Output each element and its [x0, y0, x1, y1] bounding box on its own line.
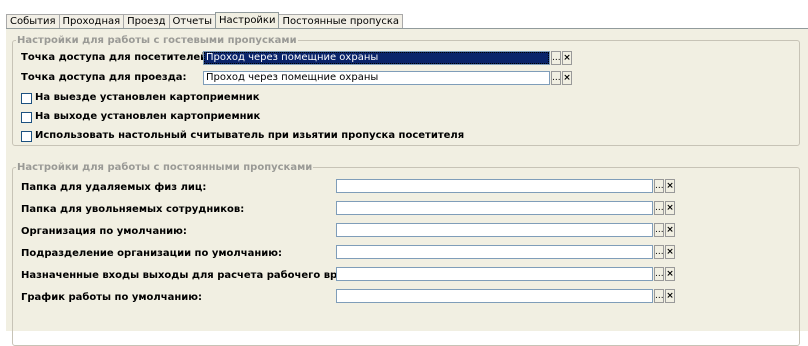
desktop-reader-checkbox[interactable] — [21, 131, 32, 142]
default-organization-field[interactable] — [336, 223, 653, 237]
work-time-entrances-clear-button[interactable]: × — [665, 267, 675, 281]
tab-vehicle-pass[interactable]: Проезд — [123, 14, 170, 28]
deleted-persons-folder-clear-button[interactable]: × — [665, 179, 675, 193]
exit-card-reader-checkbox[interactable] — [21, 93, 32, 104]
tab-settings[interactable]: Настройки — [215, 12, 280, 28]
default-department-label: Подразделение организации по умолчанию: — [21, 248, 282, 259]
default-schedule-label: График работы по умолчанию: — [21, 292, 202, 303]
visitors-access-point-label: Точка доступа для посетителей: — [21, 52, 212, 63]
egress-card-reader-checkbox[interactable] — [21, 112, 32, 123]
desktop-reader-label: Использовать настольный считыватель при … — [35, 130, 465, 141]
tab-reports[interactable]: Отчеты — [168, 14, 216, 28]
tab-checkpoint[interactable]: Проходная — [58, 14, 125, 28]
default-department-clear-button[interactable]: × — [665, 245, 675, 259]
default-organization-select-button[interactable]: ... — [654, 223, 664, 237]
tab-strip: События Проходная Проезд Отчеты Настройк… — [6, 12, 404, 28]
default-schedule-select-button[interactable]: ... — [654, 289, 664, 303]
work-time-entrances-select-button[interactable]: ... — [654, 267, 664, 281]
visitors-clear-button[interactable]: × — [562, 51, 572, 65]
vehicle-access-point-label: Точка доступа для проезда: — [21, 72, 187, 83]
vehicle-select-button[interactable]: ... — [551, 71, 561, 85]
deleted-persons-folder-label: Папка для удаляемых физ лиц: — [21, 182, 207, 193]
vehicle-clear-button[interactable]: × — [562, 71, 572, 85]
default-organization-label: Организация по умолчанию: — [21, 226, 187, 237]
dismissed-employees-folder-clear-button[interactable]: × — [665, 201, 675, 215]
default-schedule-field[interactable] — [336, 289, 653, 303]
vehicle-access-point-field[interactable]: Проход через помещние охраны — [203, 71, 550, 85]
egress-card-reader-label: На выходе установлен картоприемник — [35, 111, 261, 122]
dismissed-employees-folder-select-button[interactable]: ... — [654, 201, 664, 215]
guest-group-title: Настройки для работы с гостевыми пропуск… — [17, 35, 297, 46]
default-organization-clear-button[interactable]: × — [665, 223, 675, 237]
work-time-entrances-field[interactable] — [336, 267, 653, 281]
exit-card-reader-label: На выезде установлен картоприемник — [35, 92, 260, 103]
visitors-access-point-field[interactable]: Проход через помещние охраны — [203, 51, 550, 65]
default-department-select-button[interactable]: ... — [654, 245, 664, 259]
deleted-persons-folder-field[interactable] — [336, 179, 653, 193]
settings-panel: Настройки для работы с гостевыми пропуск… — [6, 29, 808, 346]
tab-permanent-passes[interactable]: Постоянные пропуска — [278, 14, 404, 28]
tab-events[interactable]: События — [6, 14, 60, 28]
deleted-persons-folder-select-button[interactable]: ... — [654, 179, 664, 193]
permanent-group-title: Настройки для работы с постоянными пропу… — [17, 162, 313, 173]
visitors-select-button[interactable]: ... — [551, 51, 561, 65]
default-schedule-clear-button[interactable]: × — [665, 289, 675, 303]
dismissed-employees-folder-label: Папка для увольняемых сотрудников: — [21, 204, 245, 215]
work-time-entrances-label: Назначенные входы выходы для расчета раб… — [21, 270, 377, 281]
dismissed-employees-folder-field[interactable] — [336, 201, 653, 215]
default-department-field[interactable] — [336, 245, 653, 259]
